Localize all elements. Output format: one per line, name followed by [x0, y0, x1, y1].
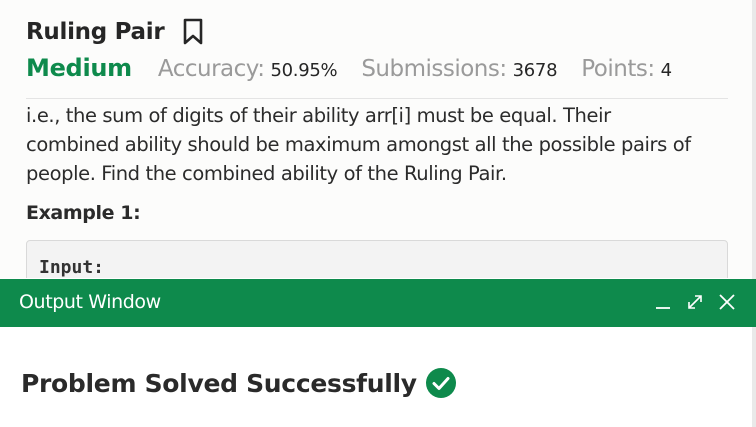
output-window-body: Problem Solved Successfully [0, 327, 752, 427]
example-code-block: Input: [26, 240, 728, 278]
description-line: i.e., the sum of digits of their ability… [26, 104, 611, 127]
description-line: people. Find the combined ability of the… [26, 162, 507, 185]
output-window-header: Output Window [0, 279, 756, 327]
scrollbar[interactable] [752, 0, 756, 427]
accuracy-value: 50.95% [270, 60, 338, 81]
difficulty-badge: Medium [26, 54, 132, 82]
submissions-value: 3678 [512, 60, 558, 81]
minimize-icon[interactable] [652, 291, 674, 313]
header-divider [26, 98, 728, 99]
submissions-label: Submissions: [361, 56, 507, 82]
example-title: Example 1: [26, 202, 141, 224]
expand-icon[interactable] [684, 291, 706, 313]
description-line: combined ability should be maximum among… [26, 133, 691, 156]
result-message: Problem Solved Successfully [21, 368, 417, 398]
problem-description: i.e., the sum of digits of their ability… [26, 101, 738, 188]
problem-panel: Ruling Pair Medium Accuracy: 50.95% Subm… [0, 0, 752, 278]
points-value: 4 [660, 60, 672, 81]
result-row: Problem Solved Successfully [21, 367, 457, 399]
points-label: Points: [581, 56, 655, 82]
problem-title: Ruling Pair [26, 19, 165, 45]
problem-meta: Medium Accuracy: 50.95% Submissions: 367… [26, 54, 672, 82]
close-icon[interactable] [716, 291, 738, 313]
output-window-title: Output Window [19, 291, 161, 313]
check-circle-icon [425, 367, 457, 399]
bookmark-icon[interactable] [182, 18, 204, 46]
code-line: Input: [39, 257, 105, 278]
accuracy-label: Accuracy: [157, 56, 265, 82]
problem-header: Ruling Pair [26, 18, 204, 46]
